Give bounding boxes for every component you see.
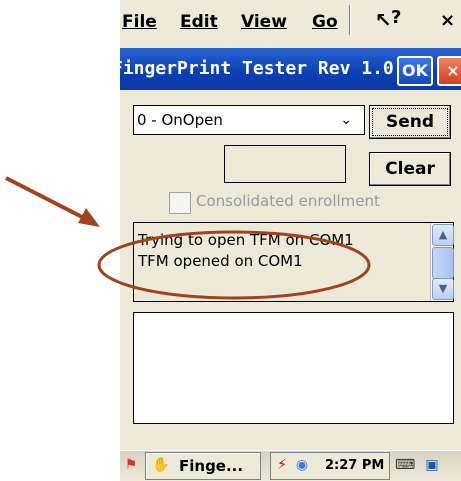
app-icon: ✋ [152,457,170,473]
taskbar-app-button[interactable]: ✋ Finge... [145,452,261,480]
menu-separator [349,5,351,35]
network-icon[interactable]: ◉ [293,456,311,474]
scroll-thumb[interactable] [432,247,454,279]
menu-file[interactable]: File [122,12,157,32]
system-tray: ⚡ ◉ 2:27 PM [270,452,390,480]
scroll-down-icon[interactable]: ▼ [432,278,454,300]
annotation-arrow-shaft [5,176,89,222]
send-button[interactable]: Send [369,105,451,139]
taskbar: ⚑ ✋ Finge... ⚡ ◉ 2:27 PM ⌨ ▣ [120,450,461,481]
clear-button[interactable]: Clear [369,152,451,186]
log-textarea[interactable]: Trying to open TFM on COM1 TFM opened on… [133,222,454,302]
device-screen: File Edit View Go ↖ ? × FingerPrint Test… [120,0,461,480]
menubar-close-icon[interactable]: × [440,10,455,31]
help-button[interactable]: ↖ ? [369,7,419,33]
close-button[interactable]: × [437,56,461,86]
status-field [224,145,346,183]
log-scrollbar[interactable]: ▲ ▼ [430,223,454,301]
consolidated-enrollment-checkbox[interactable] [169,192,191,214]
dropdown-arrow-icon[interactable]: ⌄ [340,112,352,128]
menu-view[interactable]: View [241,12,287,32]
start-flag-icon[interactable]: ⚑ [122,456,140,474]
menu-go[interactable]: Go [312,12,338,32]
command-select-value: 0 - OnOpen [137,111,223,129]
help-question-mark: ? [391,7,402,28]
scroll-up-icon[interactable]: ▲ [432,224,454,246]
annotation-arrow-head [78,208,100,227]
taskbar-app-label: Finge... [179,457,244,475]
log-line: Trying to open TFM on COM1 [138,231,354,249]
keyboard-icon[interactable]: ⌨ [395,456,415,474]
command-select[interactable]: 0 - OnOpen ⌄ [133,105,365,135]
ok-button[interactable]: OK [397,56,433,86]
log-line: TFM opened on COM1 [138,252,303,270]
title-bar: FingerPrint Tester Rev 1.0... OK × [120,48,461,90]
output-box[interactable] [133,312,454,424]
window-title: FingerPrint Tester Rev 1.0... [120,58,427,79]
help-pointer-icon: ↖ [375,8,392,32]
consolidated-enrollment-label: Consolidated enrollment [196,192,380,210]
menu-bar: File Edit View Go ↖ ? × [120,0,461,38]
desktop-icon[interactable]: ▣ [423,456,441,474]
battery-icon[interactable]: ⚡ [273,456,291,474]
menu-edit[interactable]: Edit [180,12,218,32]
clock: 2:27 PM [325,458,385,473]
